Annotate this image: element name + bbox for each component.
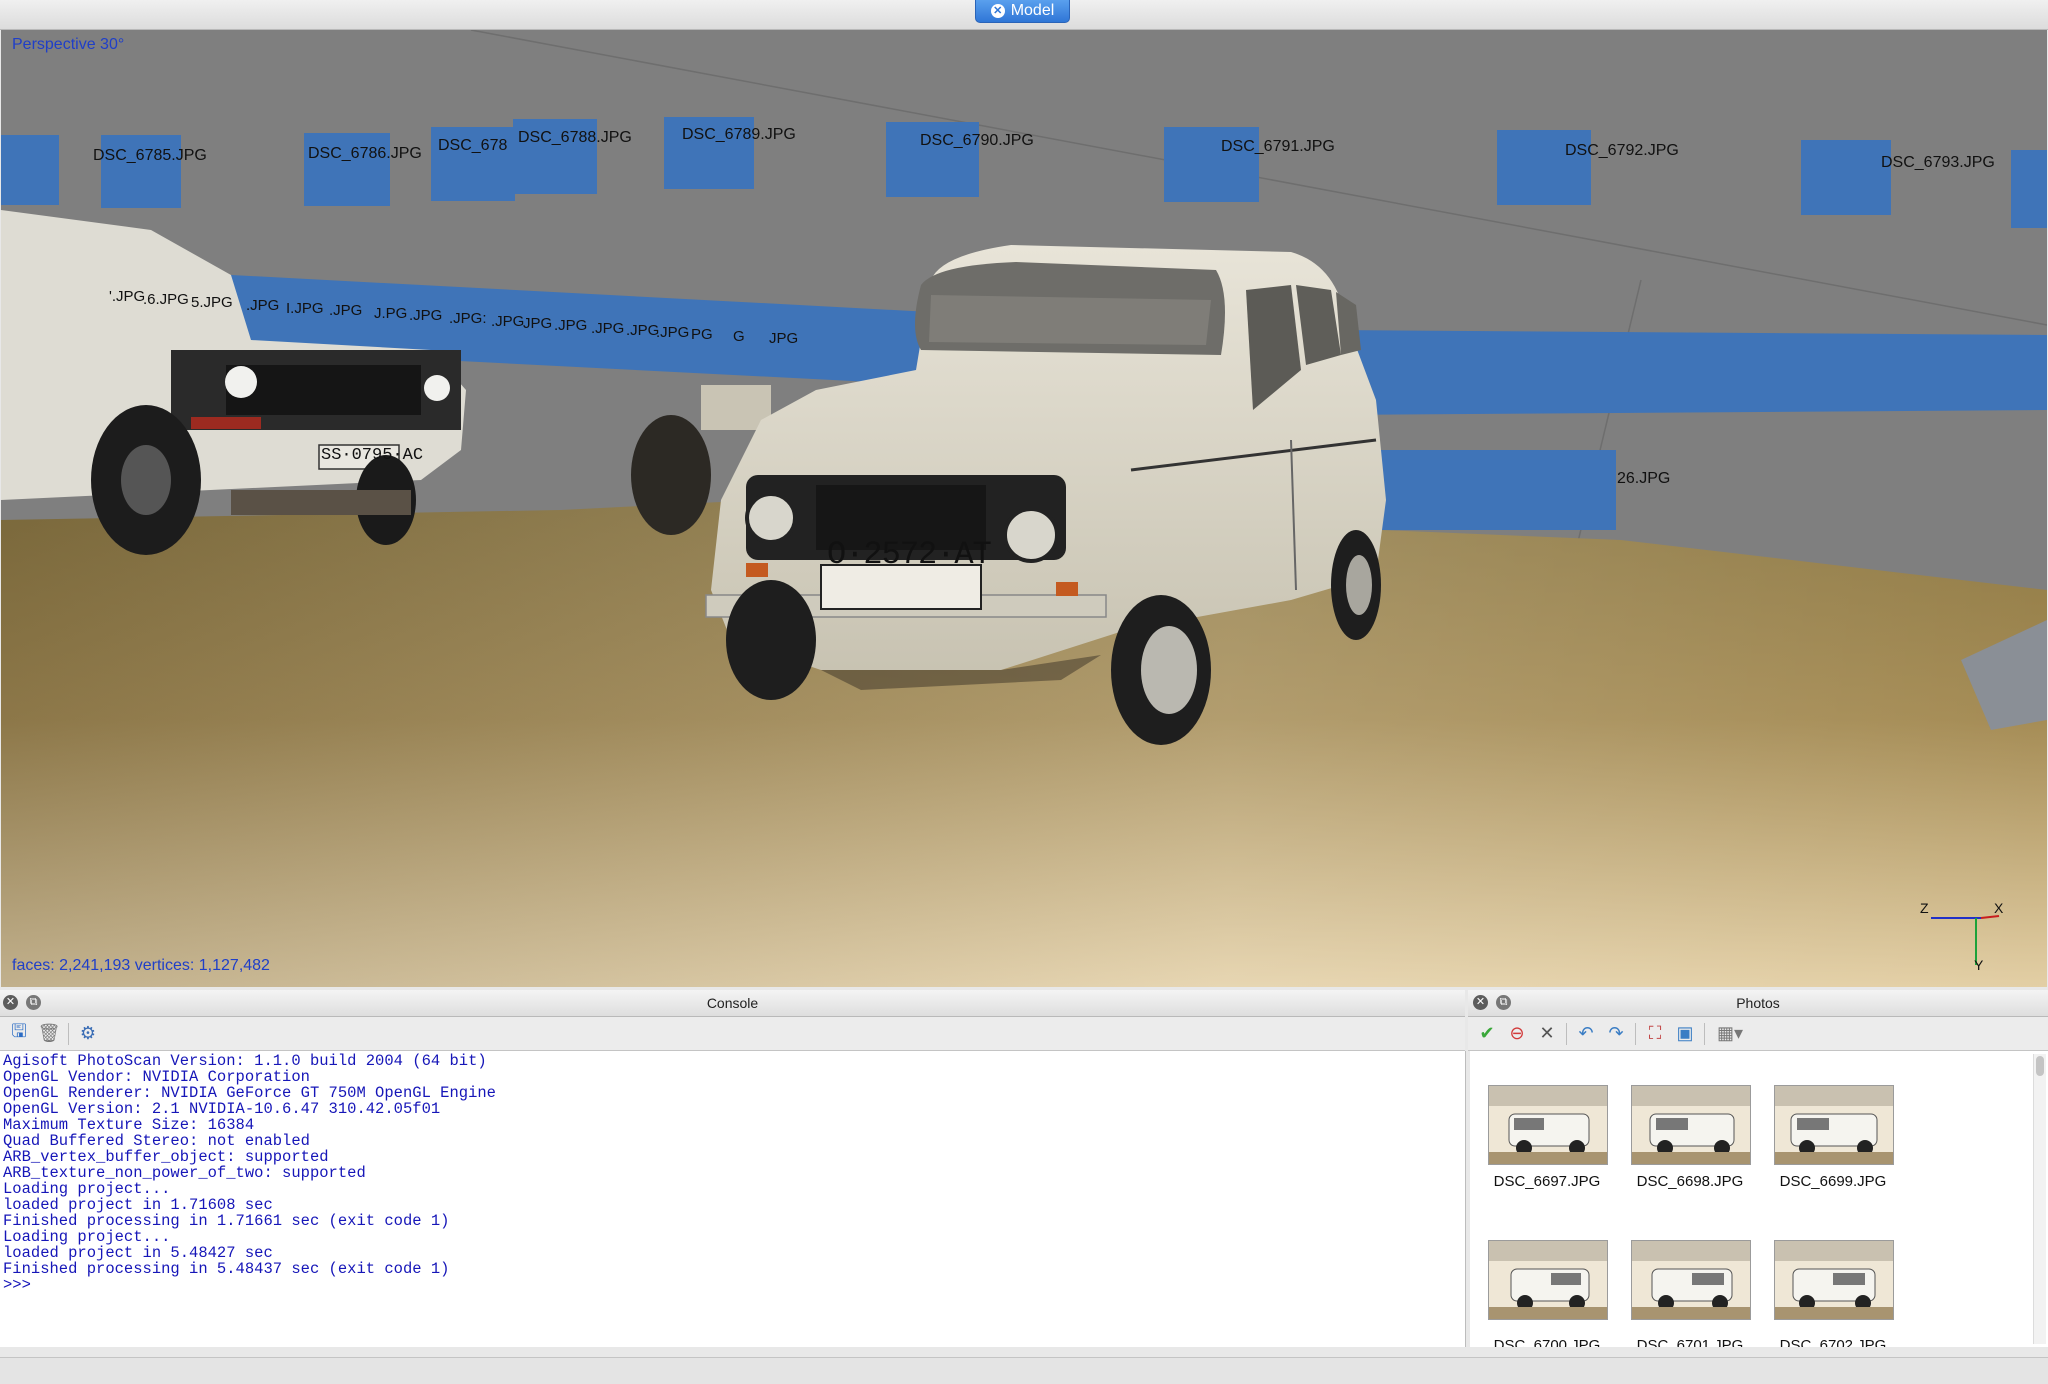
front-license-plate: O·2572·AT (827, 536, 992, 573)
toolbar-separator (1566, 1022, 1567, 1045)
tab-model[interactable]: ✕ Model (975, 0, 1070, 23)
console-line: OpenGL Version: 2.1 NVIDIA-10.6.47 310.4… (3, 1100, 441, 1118)
strip-camera-label[interactable]: .JPG (491, 313, 524, 330)
filter-photos-icon[interactable]: ⛶ (1644, 1023, 1666, 1045)
save-log-icon[interactable]: 🖫 (8, 1021, 30, 1045)
close-tab-icon[interactable]: ✕ (990, 4, 1005, 18)
camera-label[interactable]: 26.JPG (1617, 470, 1670, 488)
photos-grid[interactable]: DSC_6697.JPG DSC_6698.JPG DSC_6699.JPG D… (1470, 1051, 2048, 1347)
photo-filename: DSC_6699.JPG (1779, 1173, 1887, 1190)
photo-filename: DSC_6697.JPG (1493, 1173, 1601, 1190)
strip-camera-label[interactable]: .JPG (554, 317, 587, 334)
strip-camera-label[interactable]: .6.JPG (143, 291, 189, 308)
camera-label[interactable]: DSC_6785.JPG (93, 147, 207, 165)
console-line: OpenGL Vendor: NVIDIA Corporation (3, 1068, 310, 1086)
console-line: Maximum Texture Size: 16384 (3, 1116, 255, 1134)
float-panel-icon[interactable]: ⧉ (1496, 995, 1511, 1010)
scrollbar-thumb[interactable] (2036, 1056, 2044, 1076)
camera-label[interactable]: DSC_6788.JPG (518, 129, 632, 147)
console-header: ✕ ⧉ Console (0, 990, 1465, 1017)
strip-camera-label[interactable]: PG (691, 326, 713, 343)
camera-label[interactable]: DSC_6793.JPG (1881, 154, 1995, 172)
camera-label[interactable]: DSC_6790.JPG (920, 132, 1034, 150)
console-line: ARB_vertex_buffer_object: supported (3, 1148, 329, 1166)
photos-header: ✕ ⧉ Photos (1468, 990, 2048, 1017)
lower-panels: ✕ ⧉ Console 🖫 🗑 ⚙ Agisoft PhotoScan Vers… (0, 990, 2048, 1357)
rear-license-plate: SS·0795·AC (321, 446, 424, 465)
rotate-left-icon[interactable]: ↶ (1575, 1023, 1597, 1045)
strip-camera-label[interactable]: J.PG (374, 305, 407, 322)
reset-filter-icon[interactable]: ▣ (1674, 1023, 1696, 1045)
console-title: Console (706, 995, 759, 1011)
disable-cameras-icon[interactable]: ⊖ (1506, 1023, 1528, 1045)
strip-camera-label[interactable]: .JPG (246, 297, 279, 314)
strip-camera-label[interactable]: .JPG: (449, 310, 487, 327)
console-prompt[interactable]: >>> (0, 1277, 1465, 1293)
camera-label[interactable]: DSC_6792.JPG (1565, 142, 1679, 160)
photo-thumbnail[interactable] (1488, 1085, 1608, 1165)
strip-camera-label[interactable]: JPG (523, 315, 552, 332)
float-panel-icon[interactable]: ⧉ (26, 995, 41, 1010)
photos-scrollbar[interactable] (2033, 1054, 2046, 1344)
photo-thumbnail[interactable] (1774, 1085, 1894, 1165)
close-panel-icon[interactable]: ✕ (1473, 995, 1488, 1010)
axis-x-label: X (1994, 900, 2004, 916)
console-line: loaded project in 1.71608 sec (3, 1196, 273, 1214)
console-line: Loading project... (3, 1180, 171, 1198)
photo-filename: DSC_6700.JPG (1493, 1337, 1601, 1347)
photo-filename: DSC_6702.JPG (1779, 1337, 1887, 1347)
strip-camera-label[interactable]: G (733, 328, 745, 345)
strip-camera-label[interactable]: .JPG (591, 320, 624, 337)
console-line: Finished processing in 1.71661 sec (exit… (3, 1212, 450, 1230)
strip-camera-label[interactable]: '.JPG (109, 288, 145, 305)
close-panel-icon[interactable]: ✕ (3, 995, 18, 1010)
model-stats: faces: 2,241,193 vertices: 1,127,482 (12, 957, 270, 974)
camera-label[interactable]: DSC_6789.JPG (682, 126, 796, 144)
toolbar-separator (68, 1022, 69, 1045)
console-line: Loading project... (3, 1228, 171, 1246)
rotate-right-icon[interactable]: ↷ (1605, 1023, 1627, 1045)
console-line: loaded project in 5.48427 sec (3, 1244, 273, 1262)
toolbar-separator (1635, 1022, 1636, 1045)
console-line: ARB_texture_non_power_of_two: supported (3, 1164, 366, 1182)
run-script-icon[interactable]: ⚙ (77, 1023, 99, 1045)
status-bar (0, 1357, 2048, 1384)
photo-filename: DSC_6701.JPG (1636, 1337, 1744, 1347)
console-line: Finished processing in 5.48437 sec (exit… (3, 1260, 450, 1278)
console-line: OpenGL Renderer: NVIDIA GeForce GT 750M … (3, 1084, 496, 1102)
strip-camera-label[interactable]: 5.JPG (191, 294, 233, 311)
camera-label[interactable]: DSC_6786.JPG (308, 145, 422, 163)
projection-label: Perspective 30° (12, 36, 125, 53)
photo-filename: DSC_6698.JPG (1636, 1173, 1744, 1190)
strip-camera-label[interactable]: .JPG (409, 307, 442, 324)
photo-thumbnail[interactable] (1631, 1240, 1751, 1320)
console-toolbar: 🖫 🗑 ⚙ (0, 1017, 1465, 1051)
tab-model-label: Model (1010, 2, 1055, 19)
toolbar-separator (1704, 1022, 1705, 1045)
photo-thumbnail[interactable] (1488, 1240, 1608, 1320)
strip-camera-label[interactable]: .JPG (656, 324, 689, 341)
axis-y-label: Y (1974, 957, 1984, 973)
photo-thumbnail[interactable] (1631, 1085, 1751, 1165)
strip-camera-label[interactable]: JPG (769, 330, 798, 347)
console-output[interactable]: Agisoft PhotoScan Version: 1.1.0 build 2… (0, 1051, 1466, 1347)
axis-z-label: Z (1920, 900, 1929, 916)
photos-title: Photos (1736, 995, 1780, 1011)
photo-thumbnail[interactable] (1774, 1240, 1894, 1320)
console-line: Agisoft PhotoScan Version: 1.1.0 build 2… (3, 1052, 487, 1070)
view-mode-dropdown-icon[interactable]: ▦▾ (1713, 1023, 1747, 1045)
scene-render (1, 30, 2047, 987)
camera-label[interactable]: DSC_6791.JPG (1221, 138, 1335, 156)
photos-toolbar: ✔ ⊖ ✕ ↶ ↷ ⛶ ▣ ▦▾ (1468, 1017, 2048, 1051)
title-bar: ✕ Model (0, 0, 2048, 30)
model-viewport[interactable]: Perspective 30° faces: 2,241,193 vertice… (1, 30, 2047, 987)
camera-label[interactable]: DSC_678 (438, 137, 507, 155)
remove-cameras-icon[interactable]: ✕ (1536, 1023, 1558, 1045)
clear-log-icon[interactable]: 🗑 (38, 1023, 61, 1045)
strip-camera-label[interactable]: I.JPG (286, 300, 324, 317)
strip-camera-label[interactable]: .JPG (626, 322, 659, 339)
enable-cameras-icon[interactable]: ✔ (1476, 1023, 1498, 1045)
strip-camera-label[interactable]: .JPG (329, 302, 362, 319)
console-line: Quad Buffered Stereo: not enabled (3, 1132, 310, 1150)
